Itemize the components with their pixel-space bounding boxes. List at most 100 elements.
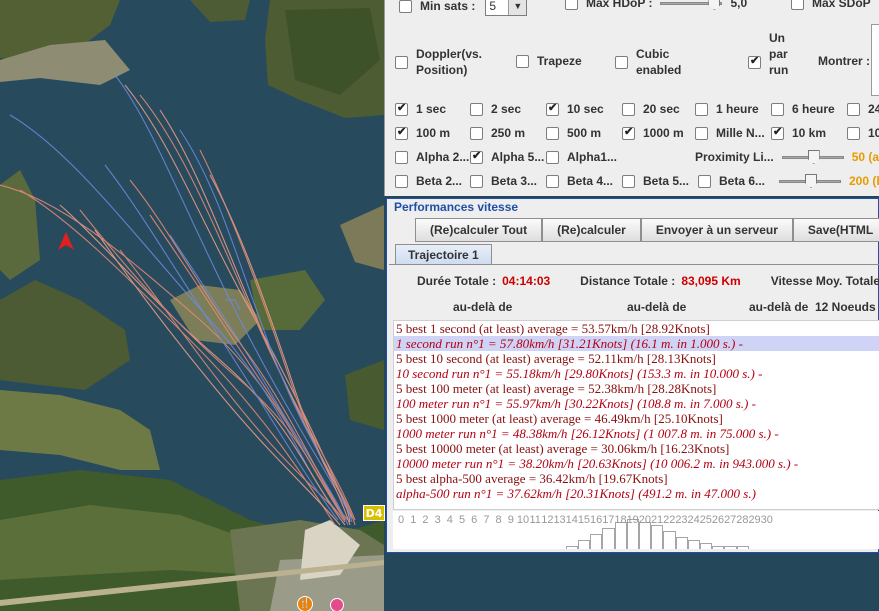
histogram-bar	[651, 525, 664, 549]
slider-thumb[interactable]	[805, 174, 817, 188]
duration-checkbox[interactable]	[771, 102, 784, 116]
max-hdop-control: Max HDoP : 5,0	[565, 0, 747, 10]
histogram-tick-label: 8	[495, 514, 502, 526]
beta-label: Beta 5...	[643, 174, 690, 188]
distance-checkbox[interactable]	[847, 126, 860, 140]
duration-option[interactable]: 1 heure	[695, 102, 759, 116]
alpha-checkbox[interactable]	[470, 149, 483, 164]
histogram-tick-label: 27	[724, 514, 737, 526]
recalculate-all-button[interactable]: (Re)calculer Tout	[415, 218, 543, 242]
results-list[interactable]: 5 best 1 second (at least) average = 53.…	[393, 320, 879, 510]
proximity-slider[interactable]	[781, 150, 844, 164]
duration-option[interactable]: 1 sec	[395, 101, 447, 116]
average-speed-label: Vitesse Moy. Totale :	[770, 274, 879, 288]
beta-checkbox[interactable]	[395, 174, 408, 188]
cubic-checkbox[interactable]	[615, 56, 628, 69]
result-run-line[interactable]: 1000 meter run n°1 = 48.38km/h [26.12Kno…	[394, 426, 879, 441]
beta-checkbox[interactable]	[698, 174, 711, 188]
histogram-bar	[712, 546, 725, 549]
beta-option[interactable]: Beta 6...	[698, 174, 765, 188]
montrer-list[interactable]	[871, 24, 879, 96]
distance-option[interactable]: 500 m	[546, 126, 601, 140]
duration-checkbox[interactable]	[395, 101, 408, 116]
duration-option[interactable]: 6 heure	[771, 102, 835, 116]
distance-checkbox[interactable]	[771, 125, 784, 140]
un-par-run-checkbox[interactable]	[748, 54, 761, 69]
beta-option[interactable]: Beta 5...	[622, 174, 689, 188]
beta-slider[interactable]	[779, 174, 841, 188]
slider-thumb[interactable]	[807, 150, 820, 164]
result-average-line[interactable]: 5 best 1 second (at least) average = 53.…	[394, 321, 879, 336]
duration-label: 1 sec	[416, 102, 447, 116]
send-to-server-button[interactable]: Envoyer à un serveur	[640, 218, 793, 242]
result-average-line[interactable]: 5 best 10 second (at least) average = 52…	[394, 351, 879, 366]
histogram-tick-label: 5	[458, 514, 466, 526]
poi-marker-icon[interactable]	[330, 598, 344, 611]
histogram-tick-label: 13	[553, 514, 566, 526]
result-average-line[interactable]: 5 best 1000 meter (at least) average = 4…	[394, 411, 879, 426]
beta-option[interactable]: Beta 4...	[546, 174, 613, 188]
result-average-line[interactable]: 5 best alpha-500 average = 36.42km/h [19…	[394, 471, 879, 486]
beta-checkbox[interactable]	[470, 174, 483, 188]
result-run-line[interactable]: 10000 meter run n°1 = 38.20km/h [20.63Kn…	[394, 456, 879, 471]
trapeze-checkbox[interactable]	[516, 54, 529, 68]
beta-option[interactable]: Beta 2...	[395, 174, 462, 188]
restaurant-icon[interactable]: 🍴	[297, 596, 313, 611]
result-average-line[interactable]: 5 best 10000 meter (at least) average = …	[394, 441, 879, 456]
duration-checkbox[interactable]	[622, 102, 635, 116]
distance-option[interactable]: Mille N...	[695, 126, 765, 140]
recalculate-button[interactable]: (Re)calculer	[542, 218, 641, 242]
result-run-line[interactable]: 1 second run n°1 = 57.80km/h [31.21Knots…	[394, 336, 879, 351]
duration-checkbox[interactable]	[847, 102, 860, 116]
min-sats-control: Min sats : 5 ▼	[399, 0, 528, 16]
distance-label: 1000 m	[643, 126, 684, 140]
alpha-checkbox[interactable]	[395, 150, 408, 164]
min-sats-checkbox[interactable]	[399, 0, 412, 13]
min-sats-spinner[interactable]: 5 ▼	[485, 0, 528, 16]
distance-option[interactable]: 10	[847, 126, 879, 140]
result-average-line[interactable]: 5 best 100 meter (at least) average = 52…	[394, 381, 879, 396]
doppler-checkbox[interactable]	[395, 56, 408, 69]
distance-checkbox[interactable]	[470, 126, 483, 140]
threshold-header: au-delà de	[453, 300, 513, 314]
beta-checkbox[interactable]	[622, 174, 635, 188]
distance-option[interactable]: 10 km	[771, 125, 826, 140]
alpha-option[interactable]: Alpha 2...	[395, 150, 469, 164]
max-hdop-slider[interactable]	[660, 0, 723, 10]
beta-option[interactable]: Beta 3...	[470, 174, 537, 188]
max-sdop-control: Max SDoP	[791, 0, 871, 10]
histogram-bar	[578, 540, 591, 549]
result-run-line[interactable]: 10 second run n°1 = 55.18km/h [29.80Knot…	[394, 366, 879, 381]
max-sdop-label: Max SDoP	[812, 0, 871, 10]
histogram-tick-label: 16	[590, 514, 603, 526]
performance-toolbar: (Re)calculer Tout (Re)calculer Envoyer à…	[415, 218, 879, 242]
save-html-button[interactable]: Save(HTML	[792, 218, 879, 242]
distance-checkbox[interactable]	[622, 125, 635, 140]
duration-checkbox[interactable]	[546, 101, 559, 116]
chevron-down-icon[interactable]: ▼	[508, 0, 527, 15]
duration-option[interactable]: 24	[847, 102, 879, 116]
distance-option[interactable]: 250 m	[470, 126, 525, 140]
alpha-label: Alpha 5...	[491, 150, 545, 164]
duration-option[interactable]: 2 sec	[470, 102, 521, 116]
tab-trajectoire-1[interactable]: Trajectoire 1	[395, 244, 492, 264]
duration-options: 1 sec 2 sec 10 sec 20 sec 1 heure 6 heur…	[385, 98, 879, 120]
distance-option[interactable]: 1000 m	[622, 125, 684, 140]
alpha-checkbox[interactable]	[546, 150, 559, 164]
distance-checkbox[interactable]	[395, 125, 408, 140]
distance-checkbox[interactable]	[546, 126, 559, 140]
distance-option[interactable]: 100 m	[395, 125, 450, 140]
duration-checkbox[interactable]	[695, 102, 708, 116]
alpha-option[interactable]: Alpha1...	[546, 150, 617, 164]
result-run-line[interactable]: 100 meter run n°1 = 55.97km/h [30.22Knot…	[394, 396, 879, 411]
result-run-line[interactable]: alpha-500 run n°1 = 37.62km/h [20.31Knot…	[394, 486, 879, 501]
duration-checkbox[interactable]	[470, 102, 483, 116]
beta-checkbox[interactable]	[546, 174, 559, 188]
max-hdop-checkbox[interactable]	[565, 0, 578, 10]
duration-option[interactable]: 20 sec	[622, 102, 680, 116]
max-sdop-checkbox[interactable]	[791, 0, 804, 10]
duration-option[interactable]: 10 sec	[546, 101, 604, 116]
slider-thumb[interactable]	[708, 0, 721, 10]
alpha-option[interactable]: Alpha 5...	[470, 149, 545, 164]
distance-checkbox[interactable]	[695, 126, 708, 140]
